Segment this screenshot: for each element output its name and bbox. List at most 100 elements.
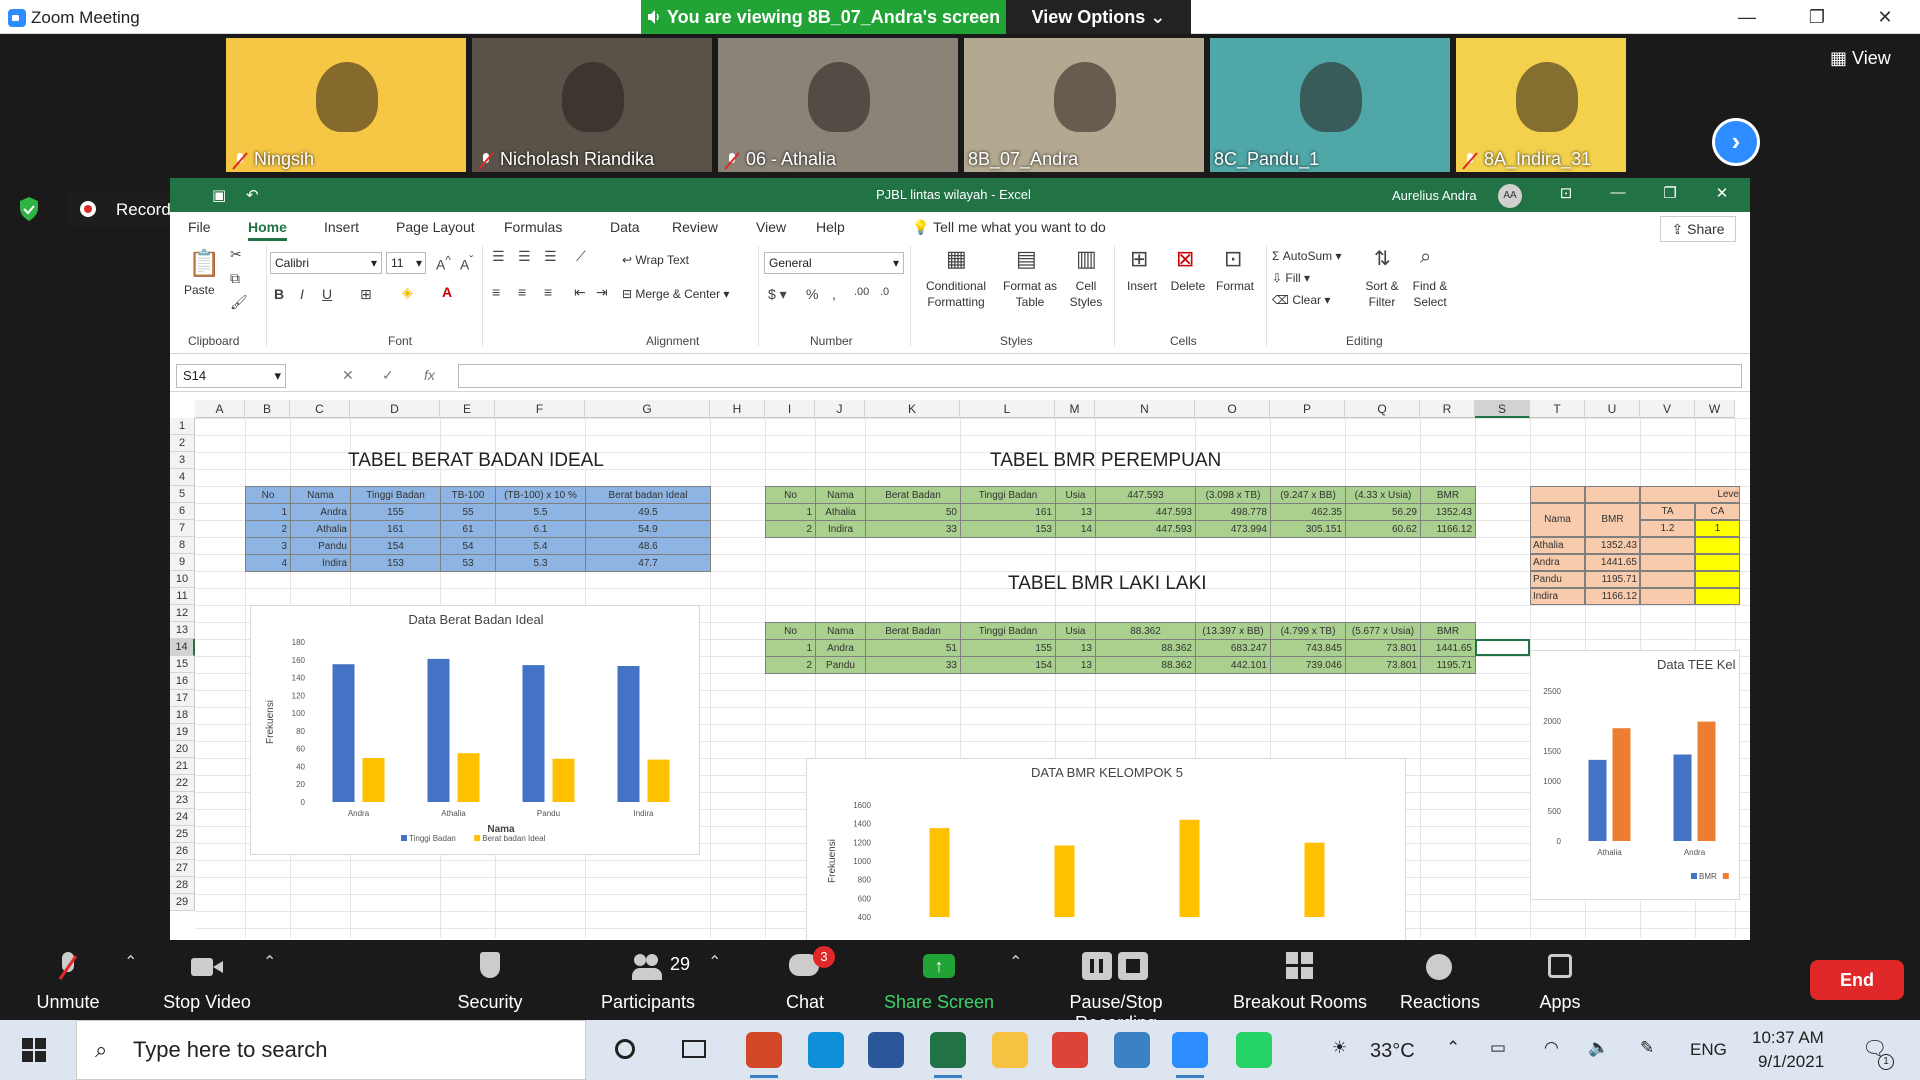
row-header[interactable]: 5 [170, 486, 195, 503]
caret-up-icon[interactable]: ⌃ [263, 952, 276, 972]
decrease-font-icon[interactable]: Aˇ [460, 254, 473, 273]
row-header[interactable]: 7 [170, 520, 195, 537]
column-header[interactable]: D [350, 400, 440, 418]
volume-icon[interactable]: 🔈 [1588, 1038, 1609, 1058]
ribbon-tab-formulas[interactable]: Formulas [504, 219, 562, 235]
chart-2[interactable]: DATA BMR KELOMPOK 5 400 600 800 1000 1200 1400… [806, 758, 1406, 940]
tee-ta-cell[interactable] [1640, 537, 1695, 554]
table-cell[interactable]: Athalia [815, 503, 866, 521]
font-color-icon[interactable]: A [442, 284, 452, 300]
bar[interactable] [1588, 759, 1607, 841]
table-cell[interactable]: 1 [765, 503, 816, 521]
delete-cells-icon[interactable]: ⊠ [1176, 246, 1194, 272]
column-header[interactable]: P [1270, 400, 1345, 418]
participant-tile[interactable]: 8C_Pandu_1 [1210, 38, 1450, 172]
view-options-button[interactable]: View Options ⌄ [1006, 0, 1191, 34]
table-cell[interactable]: 1 [245, 503, 291, 521]
table-header-cell[interactable]: 88.362 [1095, 622, 1196, 640]
table-cell[interactable]: Andra [290, 503, 351, 521]
column-header[interactable]: N [1095, 400, 1195, 418]
column-header[interactable]: V [1640, 400, 1695, 418]
row-header[interactable]: 2 [170, 435, 195, 452]
bar[interactable] [362, 758, 385, 802]
table-cell[interactable]: Andra [815, 639, 866, 657]
align-right-icon[interactable]: ≡ [544, 284, 552, 300]
increase-font-icon[interactable]: A^ [436, 254, 451, 273]
column-header[interactable]: F [495, 400, 585, 418]
table-cell[interactable]: 155 [960, 639, 1056, 657]
table-header-cell[interactable]: (4.799 x TB) [1270, 622, 1346, 640]
orientation-icon[interactable]: ⟋ [576, 248, 586, 265]
table-cell[interactable]: 1352.43 [1420, 503, 1476, 521]
table-header-cell[interactable]: Nama [290, 486, 351, 504]
share-screen-button[interactable]: Share Screen ↑ ⌃ [859, 940, 1022, 1020]
column-header[interactable]: O [1195, 400, 1270, 418]
table-cell[interactable]: 1 [765, 639, 816, 657]
row-header[interactable]: 8 [170, 537, 195, 554]
row-header[interactable]: 17 [170, 690, 195, 707]
row-header[interactable]: 23 [170, 792, 195, 809]
security-button[interactable]: Security [410, 940, 570, 1020]
tee-header-nama[interactable]: Nama [1530, 503, 1585, 537]
table-header-cell[interactable]: Berat Badan [865, 622, 961, 640]
bar[interactable] [427, 658, 450, 802]
tee-ta-cell[interactable] [1640, 554, 1695, 571]
font-name-select[interactable]: Calibri ▾ [270, 252, 382, 274]
ribbon-display-icon[interactable]: ⊡ [1546, 184, 1586, 202]
restore-icon[interactable]: ❐ [1782, 0, 1852, 34]
minimize-icon[interactable]: — [1712, 0, 1782, 34]
table-cell[interactable]: 50 [865, 503, 961, 521]
enter-icon[interactable]: ✓ [382, 367, 394, 384]
row-header[interactable]: 11 [170, 588, 195, 605]
cortana-icon[interactable] [608, 1032, 644, 1068]
clock-time[interactable]: 10:37 AM [1752, 1028, 1824, 1048]
tee-name-cell[interactable]: Pandu [1530, 571, 1585, 588]
tee-ta-value[interactable]: 1.2 [1640, 520, 1695, 537]
table-cell[interactable]: 155 [350, 503, 441, 521]
conditional-formatting-button[interactable]: Conditional Formatting [914, 278, 998, 310]
wifi-icon[interactable]: ◠ [1544, 1038, 1559, 1058]
table-cell[interactable]: 14 [1055, 520, 1096, 538]
increase-decimal-icon[interactable]: .00 [854, 286, 869, 298]
tee-ta-cell[interactable] [1640, 588, 1695, 605]
table-header-cell[interactable]: Usia [1055, 486, 1096, 504]
table-cell[interactable]: 161 [960, 503, 1056, 521]
column-header[interactable]: Q [1345, 400, 1420, 418]
table-cell[interactable]: 49.5 [585, 503, 711, 521]
table-cell[interactable]: 743.845 [1270, 639, 1346, 657]
column-header[interactable]: T [1530, 400, 1585, 418]
ribbon-tab-home[interactable]: Home [248, 219, 287, 241]
table-cell[interactable]: 13 [1055, 503, 1096, 521]
tee-blank-cell[interactable] [1530, 486, 1585, 503]
table-header-cell[interactable]: Nama [815, 486, 866, 504]
table-header-cell[interactable]: (TB-100) x 10 % [495, 486, 586, 504]
column-header[interactable]: M [1055, 400, 1095, 418]
decrease-decimal-icon[interactable]: .0 [880, 286, 889, 298]
table-cell[interactable]: 5.5 [495, 503, 586, 521]
align-left-icon[interactable]: ≡ [492, 284, 500, 300]
table-cell[interactable]: 305.151 [1270, 520, 1346, 538]
excel-minimize-icon[interactable]: — [1598, 184, 1638, 201]
table-header-cell[interactable]: Nama [815, 622, 866, 640]
cut-icon[interactable]: ✂ [230, 246, 242, 263]
excel-restore-icon[interactable]: ❐ [1650, 184, 1690, 202]
table-header-cell[interactable]: (13.397 x BB) [1195, 622, 1271, 640]
align-bottom-icon[interactable]: ☰ [544, 248, 557, 265]
word-icon[interactable] [868, 1032, 904, 1068]
tee-header-ta[interactable]: TA [1640, 503, 1695, 520]
table-header-cell[interactable]: TB-100 [440, 486, 496, 504]
comma-icon[interactable]: , [832, 286, 836, 302]
fill-button[interactable]: ⇩ Fill ▾ [1272, 270, 1310, 286]
chart-3[interactable]: Data TEE Kel 0 500 1000 1500 2000 2500 Athalia A… [1530, 650, 1740, 900]
table-cell[interactable]: 88.362 [1095, 656, 1196, 674]
row-header[interactable]: 29 [170, 894, 195, 911]
table-cell[interactable]: 73.801 [1345, 639, 1421, 657]
format-cells-button[interactable]: Format [1210, 278, 1260, 294]
table-cell[interactable]: 56.29 [1345, 503, 1421, 521]
ribbon-tab-page-layout[interactable]: Page Layout [396, 219, 475, 235]
row-header[interactable]: 24 [170, 809, 195, 826]
tell-me-search[interactable]: 💡 Tell me what you want to do [912, 219, 1106, 236]
table-cell[interactable]: 73.801 [1345, 656, 1421, 674]
bar[interactable] [1304, 842, 1325, 917]
table-cell[interactable]: 54 [440, 537, 496, 555]
